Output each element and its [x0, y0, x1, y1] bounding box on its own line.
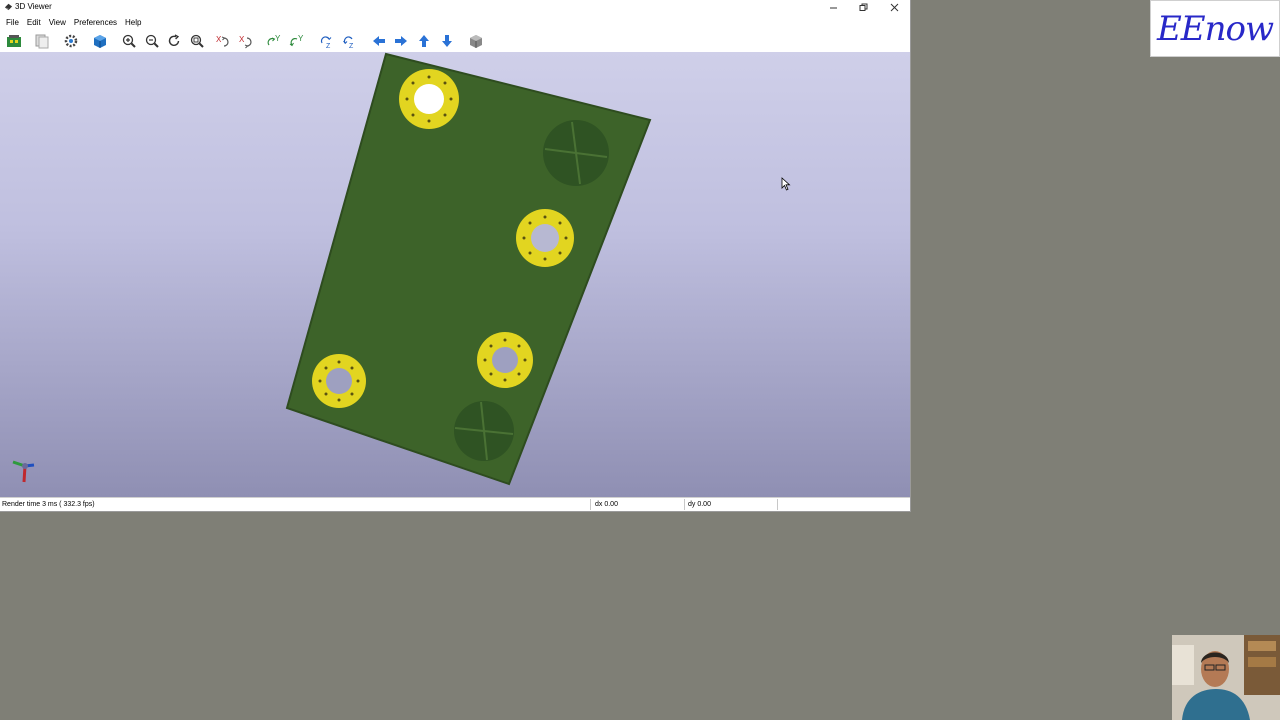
- rotate-z-ccw-icon: Z: [343, 36, 354, 49]
- window-title: 3D Viewer: [15, 2, 52, 11]
- menu-help[interactable]: Help: [121, 18, 145, 27]
- unplated-hole-top: [543, 120, 609, 186]
- minimize-icon: [829, 7, 837, 9]
- menu-file[interactable]: File: [2, 18, 23, 27]
- mounting-pad-2: [516, 209, 574, 267]
- status-divider: [684, 499, 685, 510]
- pcb-3d-render: [285, 52, 652, 486]
- reload-board-button[interactable]: [5, 32, 23, 50]
- mounting-pad-1: [399, 69, 459, 129]
- zoom-in-icon: [122, 34, 136, 48]
- svg-text:X: X: [239, 35, 245, 44]
- app-icon: [4, 3, 13, 11]
- copy-image-button[interactable]: [33, 32, 51, 50]
- rotate-z-ccw-button[interactable]: Z: [341, 32, 359, 50]
- title-bar[interactable]: 3D Viewer: [0, 0, 910, 15]
- zoom-out-button[interactable]: [143, 32, 161, 50]
- webcam-overlay: [1172, 635, 1280, 720]
- svg-text:X: X: [216, 35, 222, 44]
- rotate-x-ccw-button[interactable]: X: [238, 32, 256, 50]
- copy-image-icon: [35, 34, 49, 49]
- raytrace-icon: [94, 35, 106, 48]
- rotate-x-ccw-icon: X: [239, 35, 252, 49]
- zoom-out-icon: [145, 34, 159, 48]
- minimize-button[interactable]: [818, 0, 848, 15]
- zoom-in-button[interactable]: [120, 32, 138, 50]
- pan-up-button[interactable]: [415, 32, 433, 50]
- close-button[interactable]: [879, 0, 909, 15]
- rotate-y-ccw-button[interactable]: Y: [289, 32, 307, 50]
- pan-left-button[interactable]: [370, 32, 388, 50]
- mounting-pad-4: [312, 354, 366, 408]
- render-options-button[interactable]: [62, 32, 80, 50]
- rotate-x-cw-button[interactable]: X: [215, 32, 233, 50]
- dx-readout: dx 0.00: [595, 501, 618, 508]
- rotate-y-ccw-icon: Y: [289, 34, 304, 47]
- pan-left-icon: [373, 36, 385, 46]
- ortho-toggle-icon: [470, 35, 482, 48]
- svg-text:Y: Y: [275, 34, 281, 43]
- rotate-z-cw-button[interactable]: Z: [318, 32, 336, 50]
- close-icon: [890, 3, 898, 12]
- render-time-text: Render time 3 ms ( 332.3 fps): [2, 501, 95, 508]
- rotate-y-cw-icon: Y: [267, 34, 281, 46]
- rotate-x-cw-icon: X: [216, 35, 229, 47]
- ortho-toggle-button[interactable]: [467, 32, 485, 50]
- render-options-icon: [64, 34, 78, 48]
- menu-view[interactable]: View: [45, 18, 70, 27]
- pan-right-icon: [395, 36, 407, 46]
- redraw-icon: [168, 34, 180, 47]
- status-divider: [590, 499, 591, 510]
- redraw-button[interactable]: [165, 32, 183, 50]
- status-bar: Render time 3 ms ( 332.3 fps) dx 0.00 dy…: [0, 497, 910, 511]
- toolbar: X X Y Y Z Z: [0, 29, 910, 52]
- pan-down-button[interactable]: [438, 32, 456, 50]
- zoom-fit-button[interactable]: [188, 32, 206, 50]
- raytrace-button[interactable]: [91, 32, 109, 50]
- 3d-viewer-window: 3D Viewer File Edit View Preferences Hel…: [0, 0, 911, 512]
- mouse-cursor-icon: [781, 177, 791, 191]
- zoom-fit-icon: [190, 34, 204, 48]
- status-divider: [777, 499, 778, 510]
- svg-text:Z: Z: [326, 43, 331, 49]
- rotate-y-cw-button[interactable]: Y: [266, 32, 284, 50]
- 3d-viewport[interactable]: [0, 52, 910, 497]
- channel-logo: EEnow: [1150, 0, 1280, 57]
- logo-text: EEnow: [1156, 8, 1274, 49]
- dy-readout: dy 0.00: [688, 501, 711, 508]
- reload-board-icon: [7, 35, 21, 47]
- restore-icon: [859, 3, 867, 11]
- unplated-hole-bottom: [454, 401, 514, 461]
- pan-up-icon: [419, 35, 429, 47]
- presenter-image: [1172, 635, 1280, 720]
- mounting-pad-3: [477, 332, 533, 388]
- menu-bar: File Edit View Preferences Help: [0, 15, 910, 29]
- svg-text:Y: Y: [298, 34, 304, 43]
- axis-orientation-gizmo: [12, 460, 35, 483]
- svg-text:Z: Z: [349, 43, 354, 49]
- menu-edit[interactable]: Edit: [23, 18, 45, 27]
- menu-preferences[interactable]: Preferences: [70, 18, 121, 27]
- pan-right-button[interactable]: [392, 32, 410, 50]
- rotate-z-cw-icon: Z: [320, 36, 332, 49]
- pan-down-icon: [442, 35, 452, 47]
- maximize-button[interactable]: [848, 0, 878, 15]
